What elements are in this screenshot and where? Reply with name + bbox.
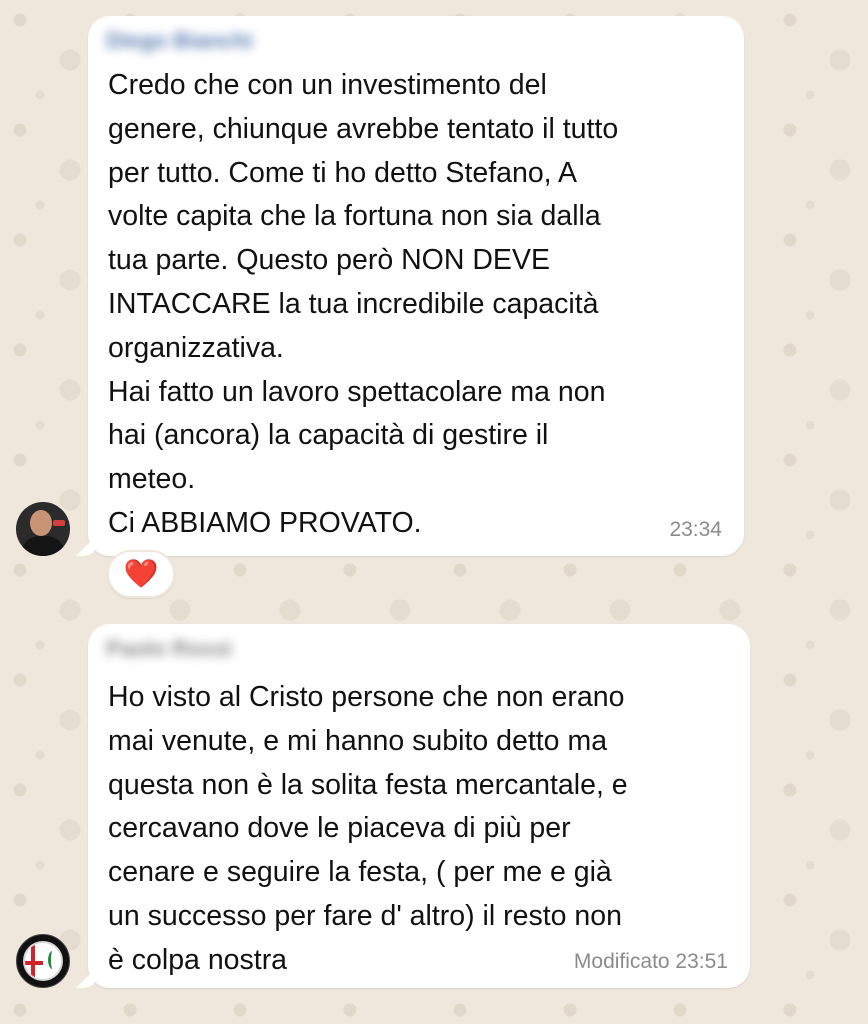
heart-reaction-badge[interactable]: ❤️: [107, 550, 175, 598]
alfa-romeo-logo-icon: [23, 941, 63, 981]
sender-name: Diego Bianchi: [106, 28, 253, 53]
message-edited-timestamp: Modificato 23:51: [573, 950, 728, 973]
message-bubble[interactable]: Paolo Rossi Ho visto al Cristo persone c…: [88, 624, 750, 988]
sender-name: Paolo Rossi: [106, 636, 232, 661]
message-timestamp: 23:34: [669, 518, 722, 541]
message-bubble[interactable]: Diego Bianchi Credo che con un investime…: [88, 16, 744, 556]
message-text: Ho visto al Cristo persone che non erano…: [108, 681, 628, 976]
sender-avatar[interactable]: [16, 934, 70, 988]
sender-avatar[interactable]: [16, 502, 70, 556]
message-text: Credo che con un investimento del genere…: [108, 69, 619, 539]
